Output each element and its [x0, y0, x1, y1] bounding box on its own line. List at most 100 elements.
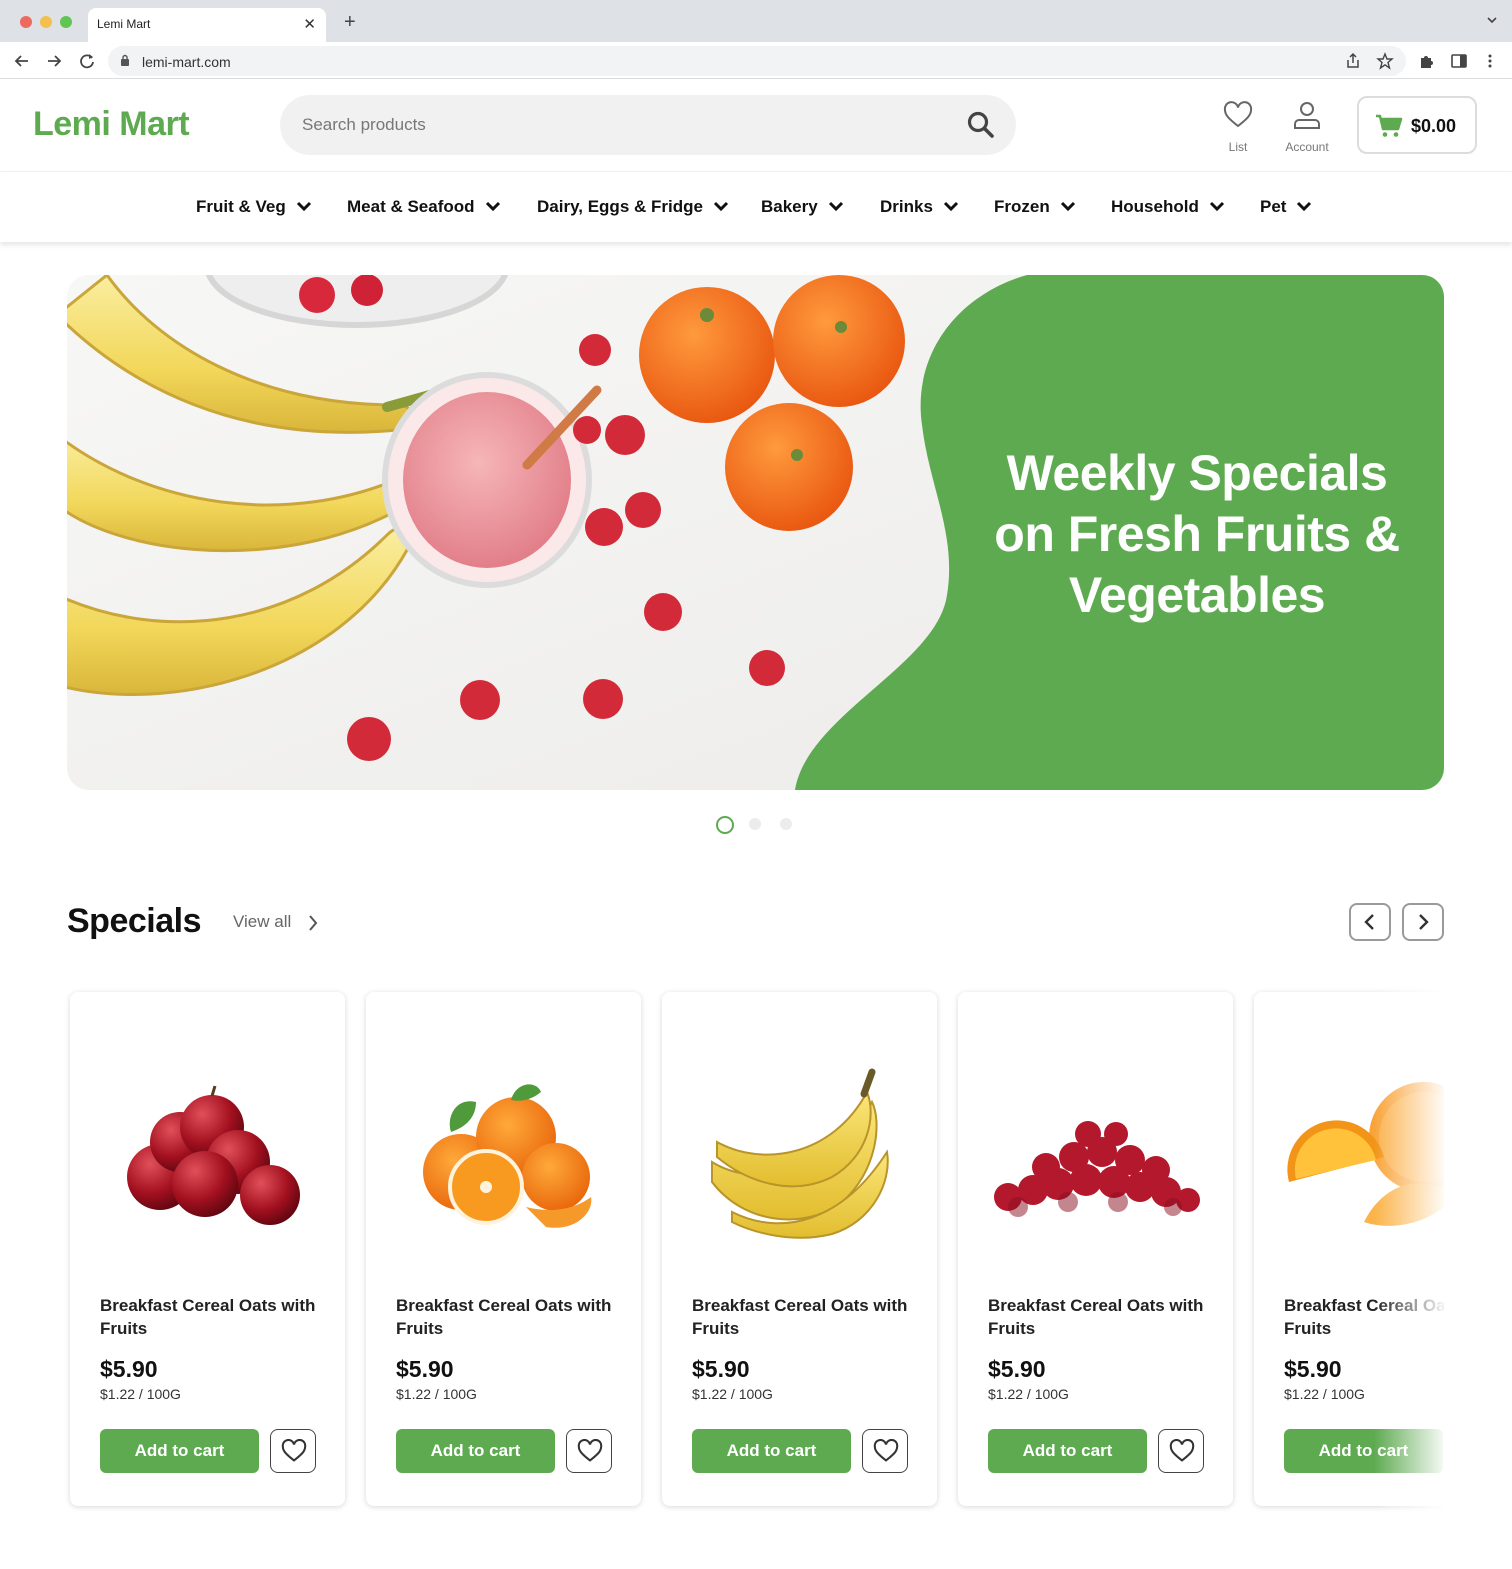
- category-dairy-eggs-fridge[interactable]: Dairy, Eggs & Fridge: [537, 197, 729, 217]
- account-button[interactable]: Account: [1277, 101, 1337, 154]
- add-to-cart-button[interactable]: Add to cart: [988, 1429, 1147, 1473]
- add-to-cart-button[interactable]: Add to cart: [692, 1429, 851, 1473]
- product-name[interactable]: Breakfast Cereal Oats with Fruits: [988, 1294, 1218, 1340]
- category-label: Frozen: [994, 197, 1050, 216]
- heart-icon: [577, 1439, 603, 1462]
- product-name[interactable]: Breakfast Cereal Oats with Fruits: [396, 1294, 626, 1340]
- product-card[interactable]: Breakfast Cereal Oats with Fruits $5.90 …: [70, 992, 345, 1506]
- product-unit-price: $1.22 / 100G: [1284, 1386, 1365, 1402]
- product-card[interactable]: Breakfast Cereal Oats with Fruits $5.90 …: [662, 992, 937, 1506]
- url-text: lemi-mart.com: [142, 54, 231, 70]
- chevron-down-icon: [713, 201, 729, 211]
- product-image-oranges: [1287, 1082, 1444, 1226]
- category-frozen[interactable]: Frozen: [994, 197, 1076, 217]
- category-nav: Fruit & Veg Meat & Seafood Dairy, Eggs &…: [0, 171, 1512, 242]
- shopping-cart-icon: [1376, 114, 1403, 137]
- add-to-list-button[interactable]: [862, 1429, 908, 1473]
- product-card[interactable]: Breakfast Cereal Oats with Fruits $5.90 …: [958, 992, 1233, 1506]
- product-name[interactable]: Breakfast Cereal Oats with Fruits: [692, 1294, 922, 1340]
- search-icon[interactable]: [966, 110, 996, 140]
- bookmark-star-icon[interactable]: [1376, 52, 1394, 70]
- chevron-down-icon: [296, 201, 311, 211]
- chevron-down-icon: [828, 201, 843, 211]
- browser-menu-icon[interactable]: [1481, 52, 1499, 70]
- extensions-puzzle-icon[interactable]: [1418, 52, 1436, 70]
- chevron-down-icon: [1209, 201, 1224, 211]
- maximize-window-button[interactable]: [60, 16, 72, 28]
- add-to-cart-button[interactable]: Add to cart: [100, 1429, 259, 1473]
- heart-icon: [281, 1439, 307, 1462]
- tab-search-chevron-icon[interactable]: [1486, 14, 1498, 26]
- forward-arrow-icon[interactable]: [44, 51, 64, 71]
- category-label: Dairy, Eggs & Fridge: [537, 197, 703, 216]
- product-unit-price: $1.22 / 100G: [988, 1386, 1069, 1402]
- account-label: Account: [1285, 140, 1329, 154]
- category-pet[interactable]: Pet: [1260, 197, 1312, 217]
- category-household[interactable]: Household: [1111, 197, 1225, 217]
- category-drinks[interactable]: Drinks: [880, 197, 959, 217]
- heart-icon: [873, 1439, 899, 1462]
- close-window-button[interactable]: [20, 16, 32, 28]
- carousel-dots: [716, 816, 806, 834]
- product-image-bananas: [711, 1068, 889, 1239]
- product-price: $5.90: [396, 1356, 454, 1382]
- share-icon[interactable]: [1344, 52, 1362, 70]
- new-tab-button[interactable]: +: [344, 11, 356, 34]
- search-bar: [280, 95, 1016, 155]
- list-label: List: [1228, 140, 1248, 154]
- heart-icon: [1169, 1439, 1195, 1462]
- chevron-left-icon: [1364, 914, 1374, 930]
- user-icon: [1294, 102, 1320, 129]
- minimize-window-button[interactable]: [40, 16, 52, 28]
- chevron-down-icon: [485, 201, 500, 211]
- add-to-cart-button[interactable]: Add to cart: [1284, 1429, 1443, 1473]
- search-input[interactable]: [302, 111, 942, 139]
- product-unit-price: $1.22 / 100G: [692, 1386, 773, 1402]
- browser-toolbar: lemi-mart.com: [0, 42, 1512, 79]
- category-label: Drinks: [880, 197, 933, 216]
- carousel-prev-button[interactable]: [1349, 903, 1391, 941]
- product-name[interactable]: Breakfast Cereal Oats with Fruits: [1284, 1294, 1444, 1340]
- site-header: Lemi Mart List Account $0.00: [0, 79, 1512, 171]
- cart-total: $0.00: [1411, 116, 1457, 136]
- carousel-dot-2[interactable]: [749, 818, 761, 830]
- specials-carousel: Breakfast Cereal Oats with Fruits $5.90 …: [56, 980, 1444, 1540]
- product-price: $5.90: [100, 1356, 158, 1382]
- product-name[interactable]: Breakfast Cereal Oats with Fruits: [100, 1294, 330, 1340]
- chevron-down-icon: [943, 201, 958, 211]
- product-image-raspberries: [994, 1121, 1200, 1217]
- carousel-dot-3[interactable]: [780, 818, 792, 830]
- list-button[interactable]: List: [1208, 101, 1268, 154]
- category-label: Meat & Seafood: [347, 197, 475, 216]
- hero-banner[interactable]: Weekly Specials on Fresh Fruits & Vegeta…: [67, 275, 1444, 790]
- hero-headline: Weekly Specials on Fresh Fruits & Vegeta…: [987, 443, 1407, 626]
- reload-icon[interactable]: [77, 51, 97, 71]
- category-label: Fruit & Veg: [196, 197, 286, 216]
- product-card[interactable]: Breakfast Cereal Oats with Fruits $5.90 …: [1254, 992, 1444, 1506]
- product-price: $5.90: [692, 1356, 750, 1382]
- chevron-down-icon: [1297, 201, 1312, 211]
- category-label: Pet: [1260, 197, 1287, 216]
- product-card[interactable]: Breakfast Cereal Oats with Fruits $5.90 …: [366, 992, 641, 1506]
- address-bar[interactable]: lemi-mart.com: [108, 46, 1406, 76]
- carousel-next-button[interactable]: [1402, 903, 1444, 941]
- side-panel-icon[interactable]: [1450, 52, 1468, 70]
- back-arrow-icon[interactable]: [12, 51, 32, 71]
- add-to-list-button[interactable]: [1158, 1429, 1204, 1473]
- add-to-list-button[interactable]: [270, 1429, 316, 1473]
- chevron-right-icon[interactable]: [306, 913, 320, 933]
- product-price: $5.90: [1284, 1356, 1342, 1382]
- tab-close-icon[interactable]: ✕: [303, 15, 316, 33]
- category-bakery[interactable]: Bakery: [761, 197, 844, 217]
- category-fruit-veg[interactable]: Fruit & Veg: [196, 197, 312, 217]
- view-all-link[interactable]: View all: [233, 912, 291, 932]
- hero-headline-line: Weekly Specials: [1006, 445, 1388, 501]
- add-to-list-button[interactable]: [566, 1429, 612, 1473]
- browser-tab[interactable]: Lemi Mart ✕: [88, 8, 326, 42]
- category-meat-seafood[interactable]: Meat & Seafood: [347, 197, 501, 217]
- carousel-dot-1[interactable]: [716, 816, 734, 834]
- browser-tab-bar: Lemi Mart ✕ +: [0, 0, 1512, 42]
- site-logo[interactable]: Lemi Mart: [33, 105, 190, 144]
- add-to-cart-button[interactable]: Add to cart: [396, 1429, 555, 1473]
- cart-button[interactable]: $0.00: [1357, 96, 1477, 154]
